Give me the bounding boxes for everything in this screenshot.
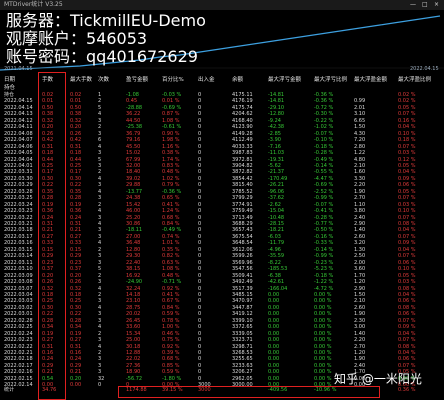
server-value: TickmillEU-Demo: [70, 11, 206, 30]
stats-table: 日期 持仓 手数 最大手数 次数 盈亏金额 百分比% 出入金 余额 最大浮亏金额…: [0, 74, 444, 400]
header-position: 持仓: [4, 85, 16, 91]
header-date[interactable]: 日期: [4, 75, 15, 83]
header-pl[interactable]: 盈亏金额: [126, 75, 148, 83]
password-line: 账号密码：qq401672629: [6, 48, 198, 66]
account-label: 观摩账户：: [6, 29, 87, 48]
server-label: 服务器：: [6, 11, 71, 30]
password-value: qq401672629: [86, 47, 198, 66]
lots-column-highlight: [38, 72, 66, 400]
table-header: 日期 持仓 手数 最大手数 次数 盈亏金额 百分比% 出入金 余额 最大浮亏金额…: [0, 74, 444, 92]
header-float-profit-pct[interactable]: 最大浮盈比例: [398, 75, 431, 83]
header-lots-max[interactable]: 最大手数: [70, 75, 92, 83]
header-io[interactable]: 出入金: [198, 75, 215, 83]
header-float-loss-pct[interactable]: 最大浮亏比例: [314, 75, 347, 83]
summary-label: 统计: [4, 387, 15, 393]
header-float-loss[interactable]: 最大浮亏金额: [268, 75, 301, 83]
maximize-button[interactable]: □: [422, 0, 428, 10]
close-button[interactable]: ×: [434, 0, 439, 10]
axis-start-label: 2021.04.15: [4, 66, 33, 72]
header-count[interactable]: 次数: [98, 75, 109, 83]
minimize-button[interactable]: —: [410, 0, 416, 10]
summary-float-profit-pct: 0.36 %: [398, 387, 416, 393]
summary-highlight: [118, 386, 380, 398]
window-titlebar: MTDriver统计 V3.25 — □ ×: [0, 0, 444, 10]
watermark: 知乎 @一米阳光: [334, 372, 422, 386]
account-line: 观摩账户：546053: [6, 30, 147, 48]
axis-end-label: 2022.04.15: [410, 66, 439, 72]
header-balance[interactable]: 余额: [232, 75, 243, 83]
window-title: MTDriver统计 V3.25: [4, 1, 63, 8]
server-line: 服务器：TickmillEU-Demo: [6, 12, 206, 30]
equity-chart: 服务器：TickmillEU-Demo 观摩账户：546053 账号密码：qq4…: [0, 10, 444, 74]
header-float-profit[interactable]: 最大浮盈金额: [354, 75, 387, 83]
header-pct[interactable]: 百分比%: [162, 75, 184, 83]
account-value: 546053: [86, 29, 148, 48]
password-label: 账号密码：: [6, 47, 87, 66]
